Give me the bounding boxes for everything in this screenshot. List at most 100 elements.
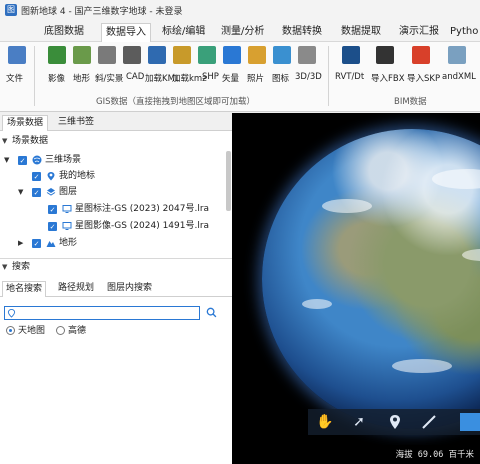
menu-tab-convert[interactable]: 数据转换 xyxy=(278,23,326,42)
import-shp-button[interactable] xyxy=(196,46,216,72)
globe-icon xyxy=(32,155,42,165)
globe-viewport[interactable]: ✋ ➚ 海拔 69.06 百千米 xyxy=(232,113,480,464)
checkbox-terrain[interactable]: ✓ xyxy=(32,239,41,248)
bim-btn-label: RVT/Dt xyxy=(335,72,365,82)
search-section-header[interactable]: ▼ 搜索 xyxy=(0,260,232,275)
left-panel-tabs: 场景数据 三维书签 xyxy=(0,113,232,131)
ribbon-separator xyxy=(34,46,35,106)
scene-section-header[interactable]: ▼ 场景数据 xyxy=(0,134,232,149)
tree-my-marks-label[interactable]: 我的地标 xyxy=(59,169,95,183)
gis-btn-label: 斜/实景 xyxy=(95,74,124,84)
skp-icon xyxy=(412,46,430,64)
window-title: 图新地球 4 - 国产三维数字地球 - 未登录 xyxy=(21,6,183,17)
panel-divider xyxy=(0,258,232,259)
checkbox-root[interactable]: ✓ xyxy=(18,156,27,165)
radio-tianditu[interactable] xyxy=(6,326,15,335)
tab-3d-bookmarks[interactable]: 三维书签 xyxy=(54,115,98,131)
monitor-icon xyxy=(62,205,72,213)
import-skp-button[interactable] xyxy=(410,46,430,72)
menu-tab-present[interactable]: 演示汇报 xyxy=(395,23,443,42)
vector-icon xyxy=(223,46,241,64)
tree-layers-label[interactable]: 图层 xyxy=(59,185,77,199)
import-photo-button[interactable] xyxy=(246,46,266,72)
import-vector-button[interactable] xyxy=(221,46,241,72)
gis-btn-label: 照片 xyxy=(247,74,265,84)
kml-icon xyxy=(148,46,166,64)
import-terrain-button[interactable] xyxy=(71,46,91,72)
terrain-icon xyxy=(73,46,91,64)
cloud-shape xyxy=(432,169,480,189)
tree-scrollbar[interactable] xyxy=(226,151,231,211)
checkbox-layers[interactable]: ✓ xyxy=(32,188,41,197)
gis-btn-label: 地形 xyxy=(73,74,91,84)
file-icon xyxy=(8,46,26,64)
tab-place-search[interactable]: 地名搜索 xyxy=(2,281,47,297)
gis-btn-label: CAD xyxy=(126,72,145,82)
draw-area-button[interactable] xyxy=(460,413,480,431)
import-landxml-button[interactable] xyxy=(446,46,466,72)
expand-arrow-icon[interactable]: ▼ xyxy=(4,156,9,164)
import-image-button[interactable] xyxy=(46,46,66,72)
menu-tab-measure[interactable]: 测量/分析 xyxy=(217,23,268,42)
file-label: 文件 xyxy=(6,74,24,84)
earth-globe[interactable] xyxy=(262,129,480,429)
menu-tab-basemap[interactable]: 底图数据 xyxy=(40,23,88,42)
gis-btn-label: 矢量 xyxy=(222,74,240,84)
place-mark-icon[interactable] xyxy=(386,413,404,431)
menu-tab-import[interactable]: 数据导入 xyxy=(101,23,151,42)
tree-terrain-label[interactable]: 地形 xyxy=(59,236,77,250)
menu-tab-python[interactable]: Pytho xyxy=(446,23,480,42)
location-pin-icon xyxy=(7,308,16,318)
load-kmz-button[interactable] xyxy=(171,46,191,72)
import-cad-button[interactable] xyxy=(121,46,141,72)
bim-group-label: BIM数据 xyxy=(394,97,427,107)
location-pin-icon xyxy=(47,172,55,181)
layer-item-label[interactable]: 星图标注-GS (2023) 2047号.lra xyxy=(75,202,209,216)
expand-arrow-icon[interactable]: ▼ xyxy=(18,188,23,196)
tree-root-label[interactable]: 三维场景 xyxy=(45,153,81,167)
layers-icon xyxy=(46,188,56,196)
tab-route-planning[interactable]: 路径规划 xyxy=(55,281,97,297)
tab-layer-search[interactable]: 图层内搜索 xyxy=(104,281,155,297)
import-icon-button[interactable] xyxy=(271,46,291,72)
title-bar: 图 图新地球 4 - 国产三维数字地球 - 未登录 xyxy=(0,0,480,20)
gis-btn-label: 3D/3D xyxy=(295,72,322,82)
cloud-shape xyxy=(392,359,452,373)
menu-tab-plot-edit[interactable]: 标绘/编辑 xyxy=(158,23,209,42)
file-button[interactable] xyxy=(6,46,26,72)
checkbox-my-marks[interactable]: ✓ xyxy=(32,172,41,181)
search-tabs: 地名搜索 路径规划 图层内搜索 xyxy=(0,279,232,297)
bim-btn-label: 导入FBX xyxy=(371,74,405,84)
scene-section-title: 场景数据 xyxy=(12,136,49,146)
import-3d-button[interactable] xyxy=(296,46,316,72)
left-panel: ▼ 场景数据 ▼ ✓ 三维场景 ✓ 我的地标 ▼ ✓ 图层 ✓ 星图标注-GS (… xyxy=(0,131,232,464)
import-rvt-button[interactable] xyxy=(340,46,360,72)
terrain-icon xyxy=(46,241,56,247)
ribbon-toolbar: 文件 影像 地形 斜/实景 CAD 加载KML 加载kmz SHP 矢量 照片 … xyxy=(0,42,480,112)
select-cursor-icon[interactable]: ➚ xyxy=(350,413,368,431)
checkbox-layer-item[interactable]: ✓ xyxy=(48,222,57,231)
pan-hand-icon[interactable]: ✋ xyxy=(316,413,334,431)
layer-item-label[interactable]: 星图影像-GS (2024) 1491号.lra xyxy=(75,219,209,233)
model-3d-icon xyxy=(298,46,316,64)
icon-import-icon xyxy=(273,46,291,64)
import-fbx-button[interactable] xyxy=(374,46,394,72)
tab-scene-data[interactable]: 场景数据 xyxy=(2,115,49,131)
menu-tab-extract[interactable]: 数据提取 xyxy=(337,23,385,42)
radio-gaode[interactable] xyxy=(56,326,65,335)
radio-gaode-label: 高德 xyxy=(68,326,87,336)
bim-btn-label: andXML xyxy=(442,72,476,82)
import-oblique-button[interactable] xyxy=(96,46,116,72)
gis-btn-label: 图标 xyxy=(272,74,290,84)
expand-arrow-icon[interactable]: ▶ xyxy=(18,239,23,247)
load-kml-button[interactable] xyxy=(146,46,166,72)
search-input[interactable] xyxy=(4,306,200,320)
oblique-icon xyxy=(98,46,116,64)
checkbox-layer-item[interactable]: ✓ xyxy=(48,205,57,214)
viewport-toolbar: ✋ ➚ xyxy=(308,409,480,435)
cloud-shape xyxy=(302,299,332,309)
search-icon[interactable] xyxy=(206,307,217,318)
draw-line-icon[interactable] xyxy=(420,413,438,431)
collapse-arrow-icon: ▼ xyxy=(2,263,8,271)
gis-btn-label: SHP xyxy=(202,72,219,82)
